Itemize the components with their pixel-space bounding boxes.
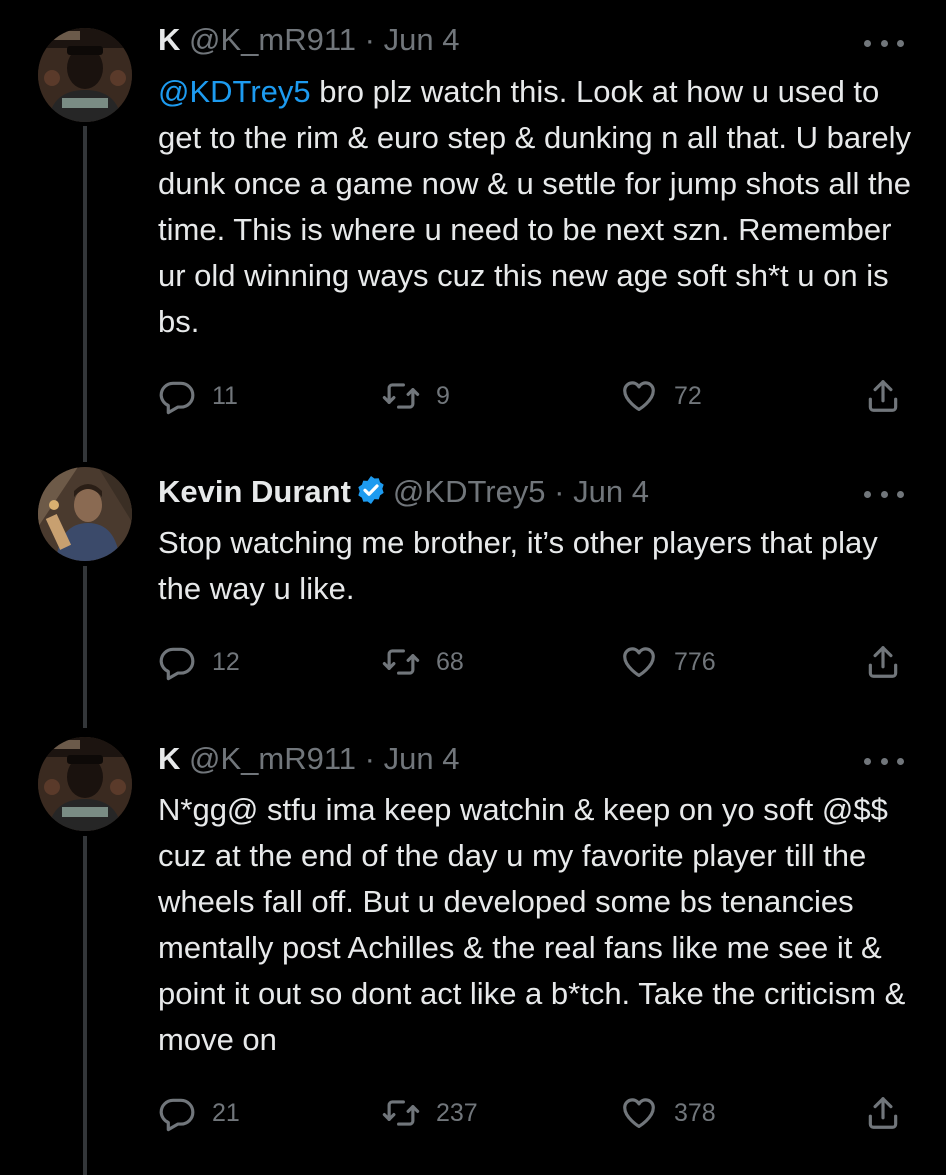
tweet-date[interactable]: Jun 4 <box>384 22 460 57</box>
reply-button[interactable]: 21 <box>158 1094 240 1132</box>
share-icon <box>864 377 902 415</box>
reply-count: 11 <box>212 381 238 410</box>
separator-dot: · <box>364 741 375 776</box>
heart-icon <box>620 377 658 415</box>
reply-count: 12 <box>212 647 240 676</box>
retweet-icon <box>382 1094 420 1132</box>
retweet-button[interactable]: 9 <box>382 377 450 415</box>
separator-dot: · <box>364 22 375 57</box>
like-button[interactable]: 72 <box>620 377 702 415</box>
retweet-button[interactable]: 68 <box>382 643 464 681</box>
tweet-date[interactable]: Jun 4 <box>573 474 649 509</box>
display-name[interactable]: Kevin Durant <box>158 474 351 509</box>
tweet-header: Kevin Durant @KDTrey5 · Jun 4 <box>158 474 649 510</box>
retweet-icon <box>382 377 420 415</box>
reply-icon <box>158 1094 196 1132</box>
share-button[interactable] <box>864 643 902 681</box>
tweet-header: K @K_mR911 · Jun 4 <box>158 741 459 777</box>
like-count: 776 <box>674 647 716 676</box>
reply-count: 21 <box>212 1098 240 1127</box>
display-name[interactable]: K <box>158 22 180 57</box>
like-count: 378 <box>674 1098 716 1127</box>
tweet-date[interactable]: Jun 4 <box>384 741 460 776</box>
reply-icon <box>158 643 196 681</box>
more-options-icon[interactable] <box>864 28 904 58</box>
reply-button[interactable]: 11 <box>158 377 238 415</box>
like-button[interactable]: 776 <box>620 643 716 681</box>
user-avatar[interactable] <box>38 737 132 831</box>
retweet-count: 68 <box>436 647 464 676</box>
heart-icon <box>620 1094 658 1132</box>
reply-button[interactable]: 12 <box>158 643 240 681</box>
share-button[interactable] <box>864 377 902 415</box>
tweet-text: N*gg@ stfu ima keep watchin & keep on yo… <box>158 792 906 1057</box>
reply-icon <box>158 377 196 415</box>
retweet-count: 237 <box>436 1098 478 1127</box>
share-icon <box>864 643 902 681</box>
separator-dot: · <box>554 474 565 509</box>
thread-connector <box>83 566 87 728</box>
tweet-header: K @K_mR911 · Jun 4 <box>158 22 459 58</box>
tweet-actions: 11 9 72 <box>158 377 908 417</box>
retweet-icon <box>382 643 420 681</box>
tweet-text: @KDTrey5 bro plz watch this. Look at how… <box>158 69 918 345</box>
thread-connector <box>83 126 87 462</box>
share-button[interactable] <box>864 1094 902 1132</box>
more-options-icon[interactable] <box>864 479 904 509</box>
verified-badge-icon <box>358 476 384 504</box>
user-avatar[interactable] <box>38 28 132 122</box>
tweet-actions: 12 68 776 <box>158 643 908 683</box>
user-handle[interactable]: @KDTrey5 <box>393 474 546 509</box>
display-name[interactable]: K <box>158 741 180 776</box>
like-count: 72 <box>674 381 702 410</box>
user-handle[interactable]: @K_mR911 <box>189 741 356 776</box>
tweet-body: bro plz watch this. Look at how u used t… <box>158 74 912 339</box>
like-button[interactable]: 378 <box>620 1094 716 1132</box>
heart-icon <box>620 643 658 681</box>
share-icon <box>864 1094 902 1132</box>
retweet-count: 9 <box>436 381 450 410</box>
tweet-actions: 21 237 378 <box>158 1094 908 1134</box>
user-handle[interactable]: @K_mR911 <box>189 22 356 57</box>
retweet-button[interactable]: 237 <box>382 1094 478 1132</box>
more-options-icon[interactable] <box>864 746 904 776</box>
thread-connector <box>83 836 87 1175</box>
mention-link[interactable]: @KDTrey5 <box>158 74 311 109</box>
user-avatar[interactable] <box>38 467 132 561</box>
tweet-text: Stop watching me brother, it’s other pla… <box>158 525 878 606</box>
